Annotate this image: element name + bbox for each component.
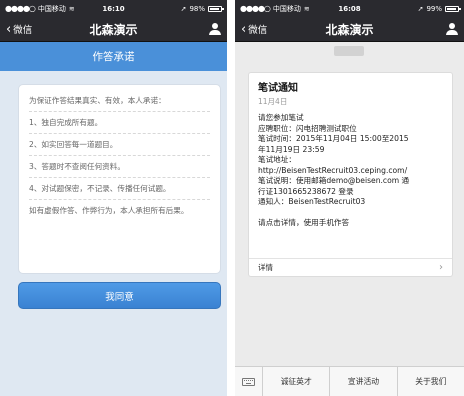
battery-percent: 99% <box>426 4 442 13</box>
promise-item: 2、如实回答每一道题目。 <box>29 134 210 156</box>
menu-item-events[interactable]: 宣讲活动 <box>330 366 398 396</box>
notice-line: 请您参加笔试 <box>258 113 304 122</box>
agree-button[interactable]: 我同意 <box>18 282 221 309</box>
notice-title: 笔试通知 <box>258 83 298 94</box>
bottom-menu: 诚征英才 宣讲活动 关于我们 <box>235 366 464 396</box>
notice-line: 年11月19日 23:59 <box>258 144 325 154</box>
user-icon[interactable] <box>446 23 458 35</box>
promise-consequence: 如有虚假作答、作弊行为，本人承担所有后果。 <box>29 206 189 215</box>
chevron-right-icon: › <box>439 262 443 273</box>
keyboard-toggle[interactable] <box>235 366 263 396</box>
details-row[interactable]: 详情 › <box>249 258 452 276</box>
back-label: 微信 <box>248 25 268 36</box>
page-title: 北森演示 <box>325 22 374 37</box>
notice-line: 应聘职位：闪电招聘测试职位 <box>258 123 357 133</box>
battery-icon <box>208 5 224 12</box>
notice-link[interactable]: http://BeisenTestRecruit03.ceping.com/ <box>258 166 443 177</box>
notice-cta: 请点击详情，使用手机作答 <box>258 217 350 227</box>
notice-line: 通知人：BeisenTestRecruit03 <box>258 197 366 206</box>
details-label: 详情 <box>258 263 273 272</box>
page-title: 北森演示 <box>89 22 138 37</box>
status-bar: ●●●●○ 中国移动 ≋ 16:08 ➚ 99% <box>235 0 464 17</box>
battery-percent: 98% <box>189 4 205 13</box>
phone-promise-screen: ●●●●○ 中国移动 ≋ 16:10 ➚ 98% ‹ 微信 北森演示 作答承诺 … <box>0 0 227 396</box>
nav-bar: ‹ 微信 北森演示 <box>235 17 464 42</box>
back-button[interactable]: ‹ 微信 <box>6 21 33 37</box>
keyboard-icon <box>242 377 255 386</box>
battery-icon <box>445 5 461 12</box>
timestamp-pill <box>334 46 364 56</box>
nav-bar: ‹ 微信 北森演示 <box>0 17 227 42</box>
divider <box>227 0 235 396</box>
chevron-left-icon: ‹ <box>6 21 12 37</box>
menu-item-careers[interactable]: 诚征英才 <box>263 366 331 396</box>
back-button[interactable]: ‹ 微信 <box>241 21 268 37</box>
status-bar: ●●●●○ 中国移动 ≋ 16:10 ➚ 98% <box>0 0 227 17</box>
notice-date: 11月4日 <box>258 97 288 106</box>
chevron-left-icon: ‹ <box>241 21 247 37</box>
phone-notice-screen: ●●●●○ 中国移动 ≋ 16:08 ➚ 99% ‹ 微信 北森演示 笔试通知 … <box>235 0 464 396</box>
promise-item: 1、独自完成所有题。 <box>29 112 210 134</box>
menu-item-about[interactable]: 关于我们 <box>398 367 464 396</box>
promise-card: 为保证作答结果真实、有效，本人承诺： 1、独自完成所有题。 2、如实回答每一道题… <box>18 84 221 274</box>
promise-header: 作答承诺 <box>0 42 227 71</box>
notice-line: 笔试地址： <box>258 155 296 164</box>
promise-intro: 为保证作答结果真实、有效，本人承诺： <box>29 93 210 112</box>
user-icon[interactable] <box>209 23 221 35</box>
notice-line: 笔试时间：2015年11月04日 15:00至2015 <box>258 134 409 143</box>
location-icon: ➚ <box>417 4 424 13</box>
notice-card[interactable]: 笔试通知 11月4日 请您参加笔试 应聘职位：闪电招聘测试职位 笔试时间：201… <box>248 72 453 277</box>
promise-item: 4、对试题保密，不记录、传播任何试题。 <box>29 178 210 200</box>
location-icon: ➚ <box>180 4 187 13</box>
notice-body: 请您参加笔试 应聘职位：闪电招聘测试职位 笔试时间：2015年11月04日 15… <box>258 113 443 228</box>
notice-line: 行证1301665238672 登录 <box>258 186 354 196</box>
back-label: 微信 <box>13 25 33 36</box>
promise-item: 3、答题时不查阅任何资料。 <box>29 156 210 178</box>
notice-line: 笔试说明：使用邮箱demo@beisen.com 通 <box>258 176 410 185</box>
